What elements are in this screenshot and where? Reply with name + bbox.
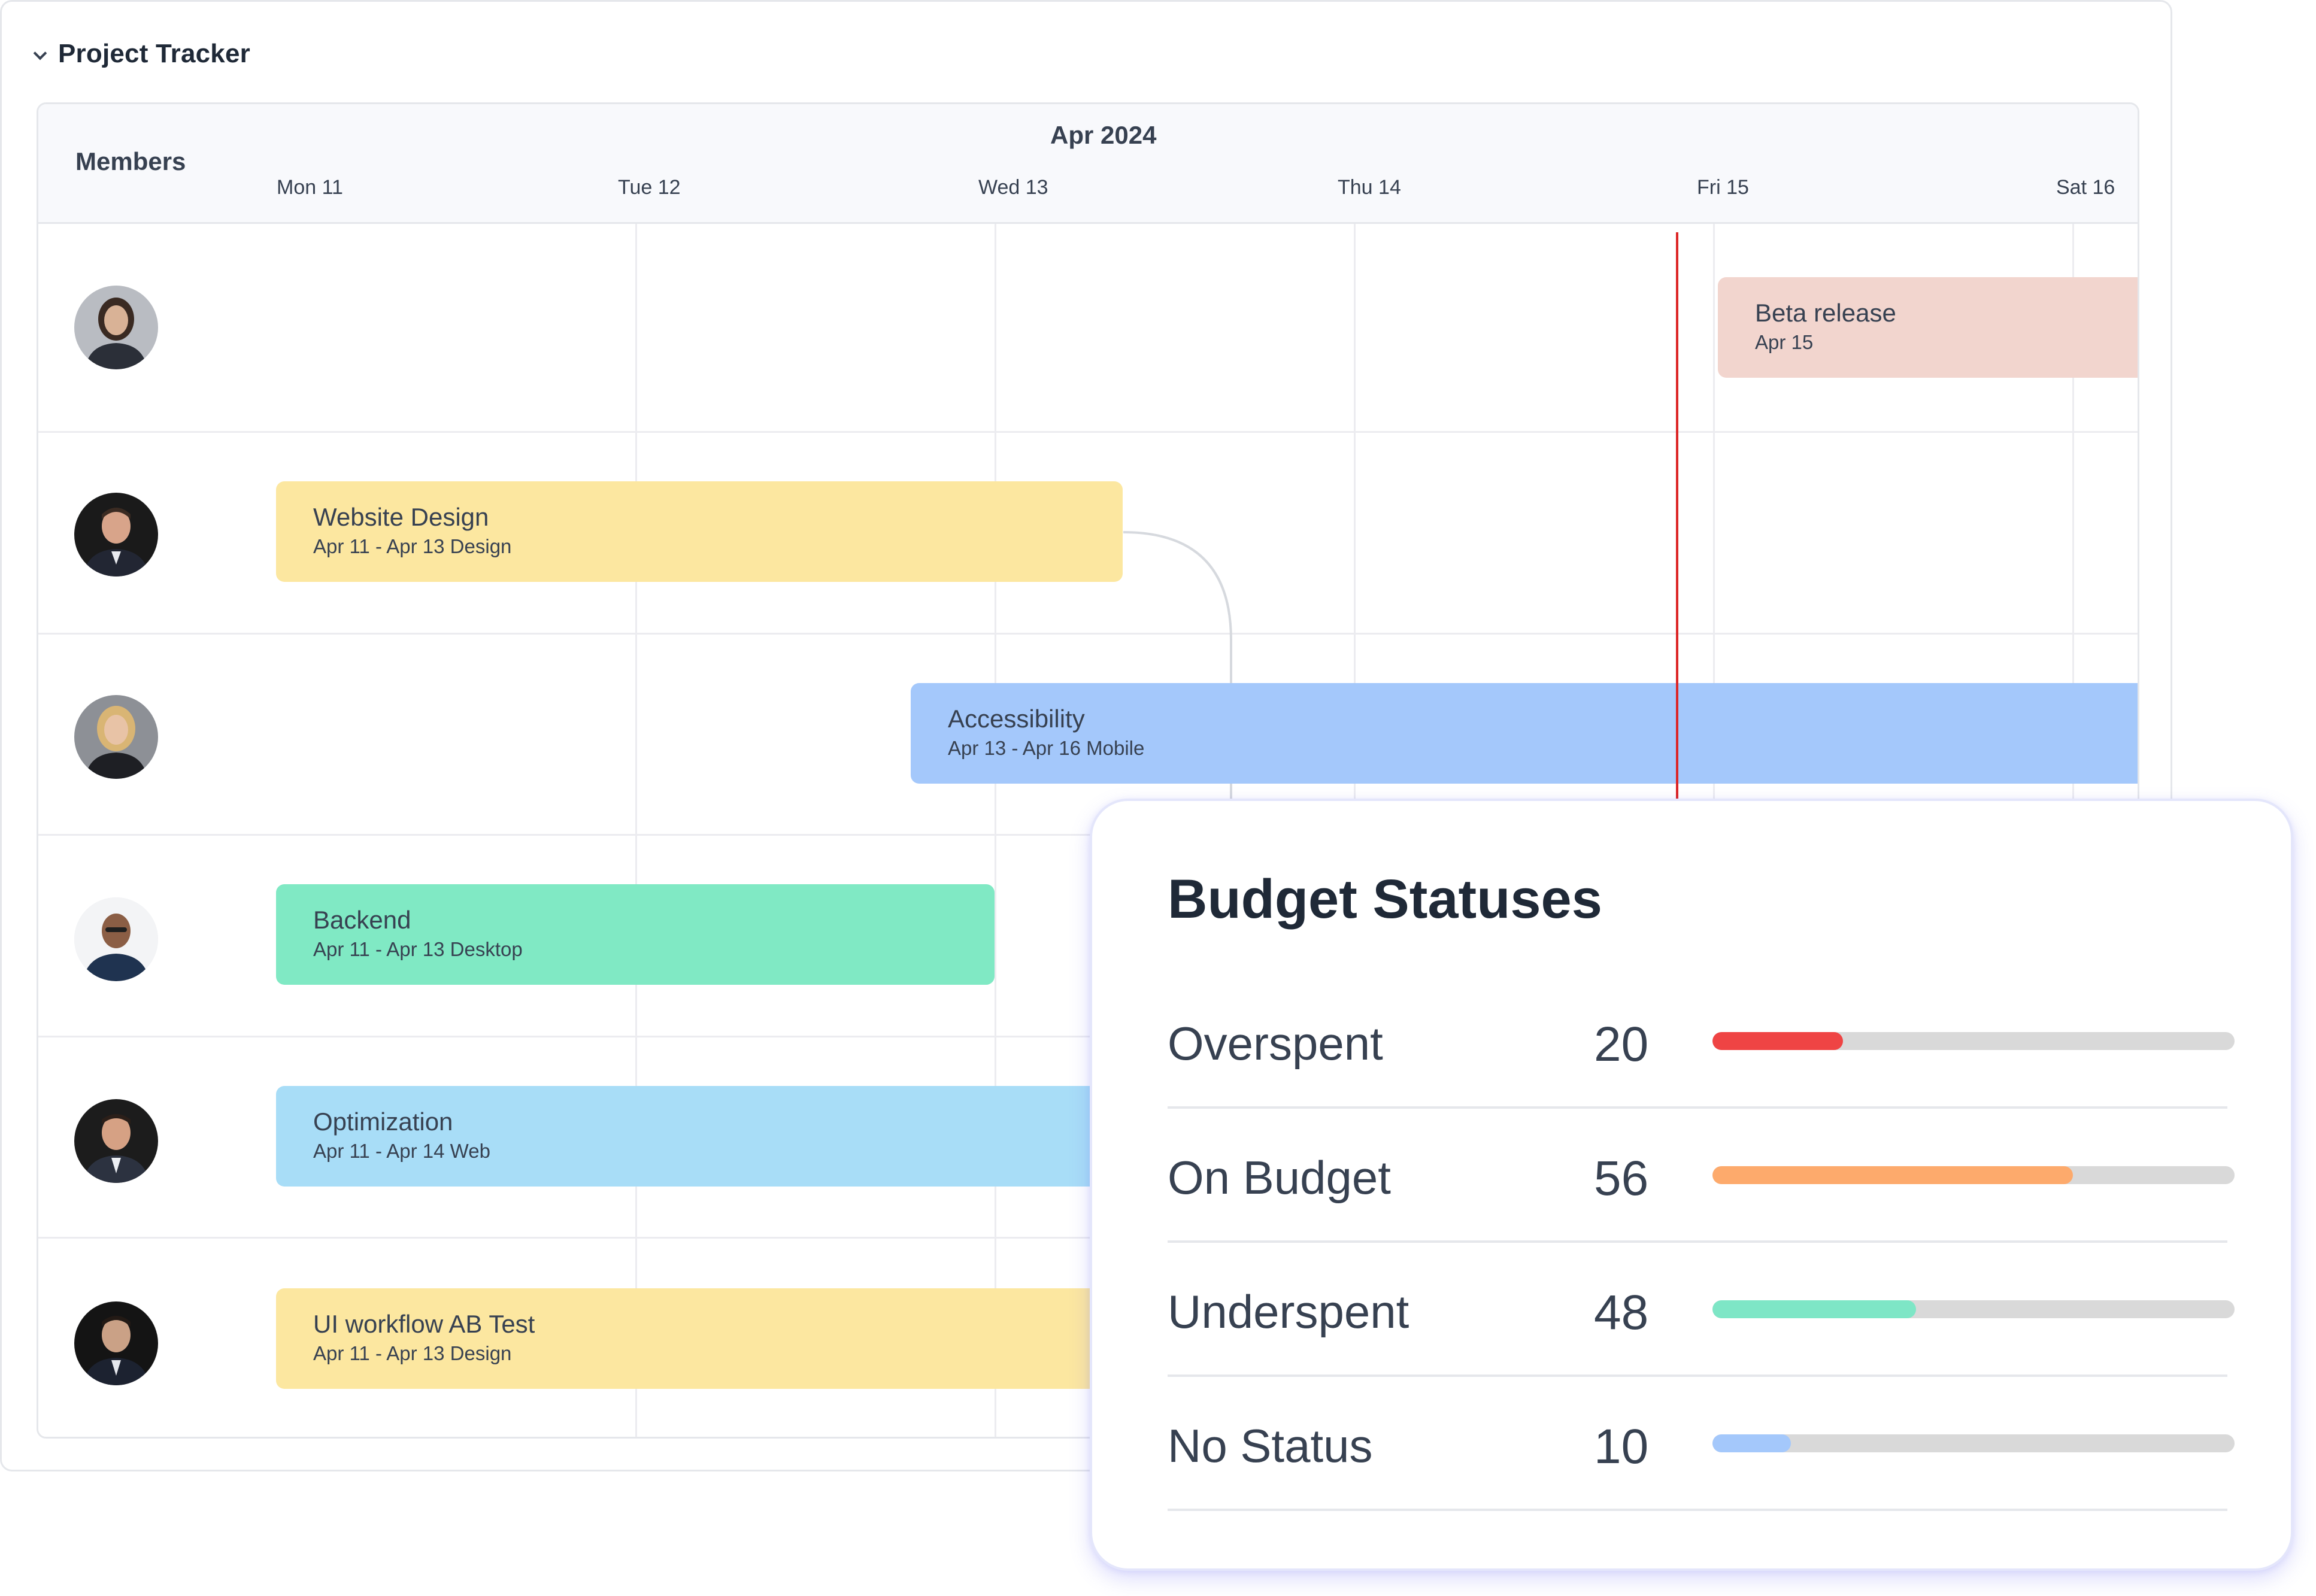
budget-progress-fill <box>1712 1434 1791 1452</box>
budget-progress-fill <box>1712 1032 1843 1050</box>
budget-progress-track <box>1712 1032 2235 1050</box>
row-divider <box>38 633 2138 635</box>
task-dates: Apr 11 - Apr 13 Design <box>313 535 512 557</box>
avatar-man-business-portrait-icon <box>74 493 158 576</box>
task-name: Website Design <box>313 503 489 531</box>
grid-line <box>635 224 637 1437</box>
budget-status-value: 10 <box>1594 1419 1649 1474</box>
budget-title: Budget Statuses <box>1168 869 1602 930</box>
task-dates: Apr 11 - Apr 13 Design <box>313 1342 512 1364</box>
task-website-design[interactable]: Website Design Apr 11 - Apr 13 Design <box>276 481 1123 582</box>
budget-progress-fill <box>1712 1166 2073 1184</box>
avatar-man-business-portrait[interactable] <box>74 493 158 576</box>
avatar-man-glasses-portrait[interactable] <box>74 897 158 981</box>
budget-progress-track <box>1712 1300 2235 1318</box>
budget-row-underspent: Underspent 48 <box>1168 1243 2235 1377</box>
chevron-down-icon[interactable] <box>33 47 46 60</box>
task-ui-workflow-ab-test[interactable]: UI workflow AB Test Apr 11 - Apr 13 Desi… <box>276 1288 1174 1389</box>
avatar-man-suit-portrait[interactable] <box>74 1099 158 1183</box>
avatar-woman-business-portrait-icon <box>74 286 158 369</box>
avatar-young-man-suit-portrait-icon <box>74 1301 158 1385</box>
day-label-mon: Mon 11 <box>277 176 343 199</box>
budget-progress-fill <box>1712 1300 1917 1318</box>
day-label-fri: Fri 15 <box>1697 176 1749 199</box>
task-backend[interactable]: Backend Apr 11 - Apr 13 Desktop <box>276 884 995 985</box>
budget-row-on-budget: On Budget 56 <box>1168 1109 2235 1243</box>
task-accessibility[interactable]: Accessibility Apr 13 - Apr 16 Mobile <box>911 683 2138 784</box>
row-divider <box>38 431 2138 433</box>
day-label-wed: Wed 13 <box>978 176 1048 199</box>
gantt-header: Members Apr 2024 Mon 11 Tue 12 Wed 13 Th… <box>38 104 2138 224</box>
task-name: Accessibility <box>948 705 1085 733</box>
avatar-man-suit-portrait-icon <box>74 1099 158 1183</box>
budget-row-no-status: No Status 10 <box>1168 1377 2235 1511</box>
task-name: Backend <box>313 906 411 934</box>
task-dates: Apr 13 - Apr 16 Mobile <box>948 737 1145 759</box>
budget-status-value: 48 <box>1594 1285 1649 1340</box>
task-name: UI workflow AB Test <box>313 1310 535 1338</box>
grid-line <box>995 224 996 1437</box>
budget-progress-track <box>1712 1434 2235 1452</box>
budget-status-label: Overspent <box>1168 1017 1383 1070</box>
month-label: Apr 2024 <box>1050 121 1157 149</box>
budget-progress-track <box>1712 1166 2235 1184</box>
avatar-young-man-suit-portrait[interactable] <box>74 1301 158 1385</box>
budget-status-label: No Status <box>1168 1419 1373 1472</box>
task-name: Beta release <box>1755 299 1896 327</box>
day-label-thu: Thu 14 <box>1338 176 1401 199</box>
avatar-woman-business-portrait[interactable] <box>74 286 158 369</box>
day-label-tue: Tue 12 <box>618 176 681 199</box>
avatar-blonde-woman-portrait[interactable] <box>74 695 158 779</box>
task-beta-release[interactable]: Beta release Apr 15 <box>1718 277 2138 378</box>
page-title: Project Tracker <box>58 39 250 68</box>
members-column-header: Members <box>75 147 186 175</box>
project-tracker-header[interactable]: Project Tracker <box>33 33 250 75</box>
budget-status-label: Underspent <box>1168 1285 1409 1338</box>
budget-status-value: 20 <box>1594 1017 1649 1072</box>
budget-row-overspent: Overspent 20 <box>1168 975 2235 1109</box>
day-label-sat: Sat 16 <box>2056 176 2115 199</box>
task-dates: Apr 15 <box>1755 331 1814 353</box>
budget-status-value: 56 <box>1594 1151 1649 1206</box>
task-dates: Apr 11 - Apr 13 Desktop <box>313 938 523 960</box>
budget-statuses-card: Budget Statuses Overspent 20 On Budget 5… <box>1090 799 2293 1571</box>
avatar-blonde-woman-portrait-icon <box>74 695 158 779</box>
avatar-man-glasses-portrait-icon <box>74 897 158 981</box>
budget-status-label: On Budget <box>1168 1151 1391 1204</box>
